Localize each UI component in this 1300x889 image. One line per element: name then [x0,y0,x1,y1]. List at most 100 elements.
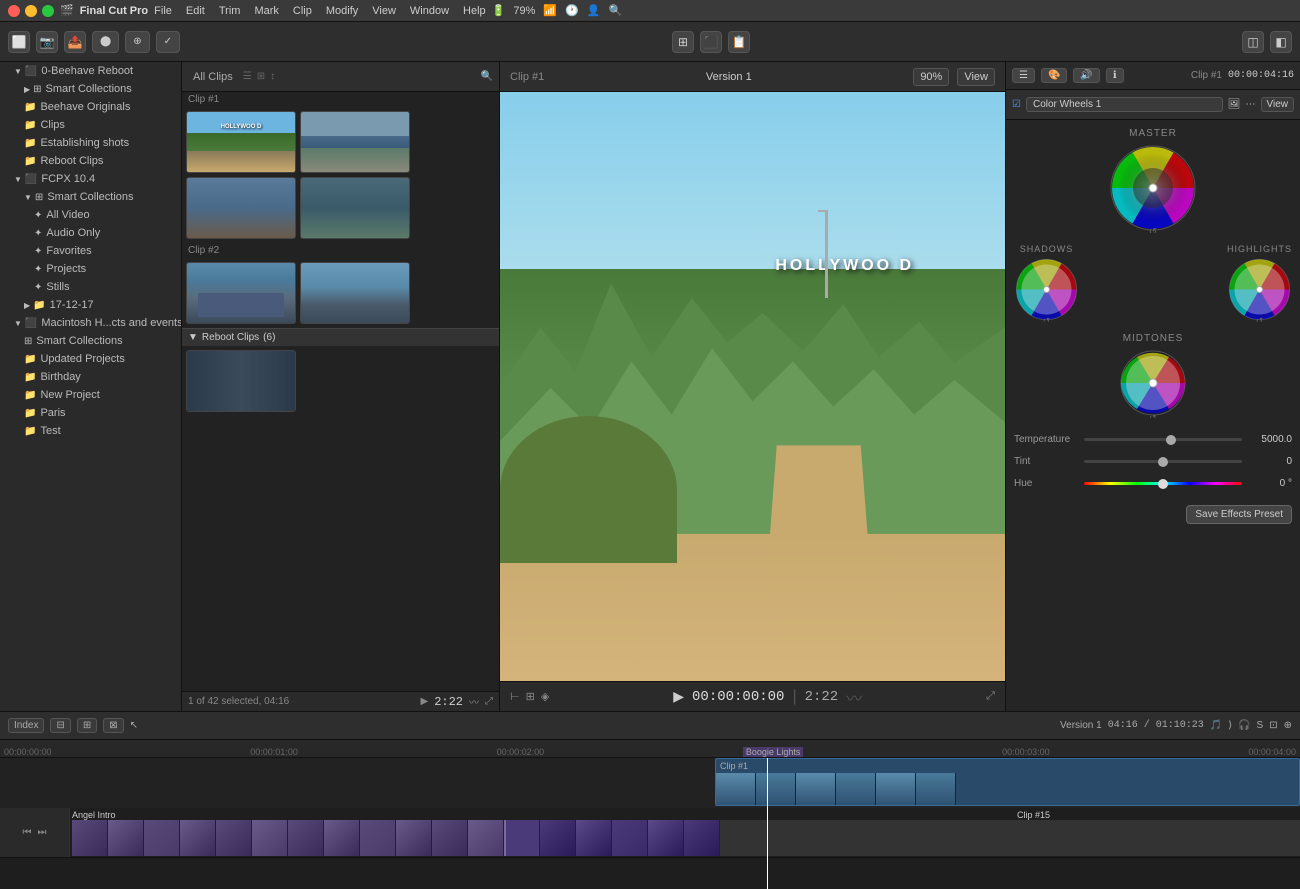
timeline-toolbar-right: Version 1 04:16 / 01:10:23 🎵 ⟩ 🎧 S ⊡ ⊕ [1060,720,1292,731]
frame [180,820,216,856]
save-effects-container: Save Effects Preset [1014,499,1292,530]
sidebar-item-birthday[interactable]: 📁 Birthday [0,368,181,386]
list-item[interactable] [186,262,296,324]
zoom-btn[interactable]: 90% [913,68,949,86]
theme-btn[interactable]: ◧ [1270,31,1292,53]
hue-slider[interactable] [1084,482,1242,485]
sidebar-item-favorites[interactable]: ✦ Favorites [0,242,181,260]
sidebar-item-all-video[interactable]: ✦ All Video [0,206,181,224]
share-icon[interactable]: 📤 [64,31,86,53]
more-options-icon[interactable]: ⋯ [1246,99,1256,110]
sidebar-item-establishing-shots[interactable]: 📁 Establishing shots [0,134,181,152]
close-button[interactable] [8,5,20,17]
toggle-viewer-btn[interactable]: ⬛ [700,31,722,53]
sidebar-item-stills[interactable]: ✦ Stills [0,278,181,296]
fullscreen-btn[interactable]: ⤢ [986,690,995,703]
checkbox-icon[interactable]: ☑ [1012,99,1021,110]
clip-thumb [186,177,296,239]
list-item[interactable] [186,350,296,412]
mark-in-icon[interactable]: ⊢ [510,690,520,703]
timeline-zoom-icon[interactable]: ⊕ [1284,720,1292,731]
clip-options-icon[interactable]: ⊞ [526,690,535,703]
grid-view-icon[interactable]: ⊞ [257,71,265,82]
sidebar-item-beehave-reboot[interactable]: ▼ ⬛ 0-Beehave Reboot [0,62,181,80]
list-item[interactable] [186,177,296,239]
info-tab[interactable]: ℹ [1106,68,1124,83]
temperature-slider[interactable] [1084,438,1242,441]
menu-clip[interactable]: Clip [293,5,312,17]
menu-window[interactable]: Window [410,5,449,17]
toggle-inspector-btn[interactable]: 📋 [728,31,750,53]
list-view-icon[interactable]: ☰ [243,71,252,82]
search-icon[interactable]: 🔍 [609,4,623,17]
sidebar-item-beehave-originals[interactable]: 📁 Beehave Originals [0,98,181,116]
record-icon[interactable]: ⏭ [38,827,47,838]
sort-icon[interactable]: ↕ [270,71,275,82]
fullscreen-icon[interactable]: ⤢ [485,696,493,707]
maximize-button[interactable] [42,5,54,17]
preview-icon[interactable]: 🖼 [1228,99,1241,110]
effect-dropdown[interactable]: Color Wheels 1 [1026,97,1223,112]
master-wheel[interactable]: ↺ [1108,143,1198,236]
menu-trim[interactable]: Trim [219,5,241,17]
minimize-button[interactable] [25,5,37,17]
tint-slider[interactable] [1084,460,1242,463]
sidebar-item-smart-collections-3[interactable]: ⊞ Smart Collections [0,332,181,350]
sidebar-item-reboot-clips[interactable]: 📁 Reboot Clips [0,152,181,170]
photo-icon[interactable]: 📷 [36,31,58,53]
timeline-audio-skimmer-icon[interactable]: 🎧 [1238,720,1250,731]
sidebar-item-clips[interactable]: 📁 Clips [0,116,181,134]
sidebar-item-new-project[interactable]: 📁 New Project [0,386,181,404]
sidebar-item-smart-collections-2[interactable]: ▼ ⊞ Smart Collections [0,188,181,206]
menu-help[interactable]: Help [463,5,486,17]
menu-view[interactable]: View [372,5,396,17]
play-button[interactable]: ▶ [673,688,684,705]
list-item[interactable]: HOLLYWOO D [186,111,296,173]
shadows-wheel[interactable]: ↺ [1014,257,1079,325]
midtones-wheel[interactable]: ↺ [1118,348,1188,421]
layout-btn[interactable]: ◫ [1242,31,1264,53]
color-tab[interactable]: 🎨 [1041,68,1067,83]
inspector-tab[interactable]: ☰ [1012,68,1035,83]
sidebar-item-paris[interactable]: 📁 Paris [0,404,181,422]
library-icon[interactable]: ⬜ [8,31,30,53]
list-item[interactable] [300,262,410,324]
sidebar-item-macintosh[interactable]: ▼ ⬛ Macintosh H...cts and events [0,314,181,332]
sidebar-label: Smart Collections [46,83,132,95]
highlights-wheel[interactable]: ↺ [1227,257,1292,325]
play-icon[interactable]: ⏮ [23,827,32,838]
all-clips-label[interactable]: All Clips [188,70,238,84]
view-btn[interactable]: View [1261,97,1295,112]
menu-mark[interactable]: Mark [254,5,278,17]
sidebar-item-updated-projects[interactable]: 📁 Updated Projects [0,350,181,368]
timeline-snap-icon[interactable]: ⊡ [1269,720,1277,731]
menu-file[interactable]: File [154,5,172,17]
check-btn[interactable]: ✓ [156,31,180,53]
timeline-solo-icon[interactable]: S [1257,720,1264,731]
timeline-audio-icon[interactable]: 🎵 [1210,720,1222,731]
sidebar-item-projects[interactable]: ✦ Projects [0,260,181,278]
triangle-icon[interactable]: ▼ [188,332,198,343]
connect-btn[interactable]: ⊕ [125,31,149,53]
new-btn[interactable]: ⬤ [92,31,119,53]
save-effects-button[interactable]: Save Effects Preset [1186,505,1292,524]
sidebar-item-17-12-17[interactable]: ▶ 📁 17-12-17 [0,296,181,314]
play-button[interactable]: ▶ [420,696,428,707]
view-btn[interactable]: View [957,68,995,86]
sidebar-item-audio-only[interactable]: ✦ Audio Only [0,224,181,242]
menu-modify[interactable]: Modify [326,5,358,17]
timeline-cursor-icon[interactable]: ↖ [130,720,138,731]
audio-tab[interactable]: 🔊 [1073,68,1099,83]
sidebar-item-smart-collections-1[interactable]: ▶ ⊞ Smart Collections [0,80,181,98]
list-item[interactable] [300,177,410,239]
timeline-skimmer-icon[interactable]: ⟩ [1228,720,1232,731]
list-item[interactable] [300,111,410,173]
search-icon[interactable]: 🔍 [481,71,493,82]
keyframe-icon[interactable]: ◈ [541,690,549,703]
toggle-library-btn[interactable]: ⊞ [672,31,694,53]
color-params: Temperature 5000.0 Tint 0 Hue [1014,429,1292,493]
sidebar-item-fcpx[interactable]: ▼ ⬛ FCPX 10.4 [0,170,181,188]
sidebar-item-test[interactable]: 📁 Test [0,422,181,440]
clip1-track[interactable]: Clip #1 [715,758,1300,806]
menu-edit[interactable]: Edit [186,5,205,17]
